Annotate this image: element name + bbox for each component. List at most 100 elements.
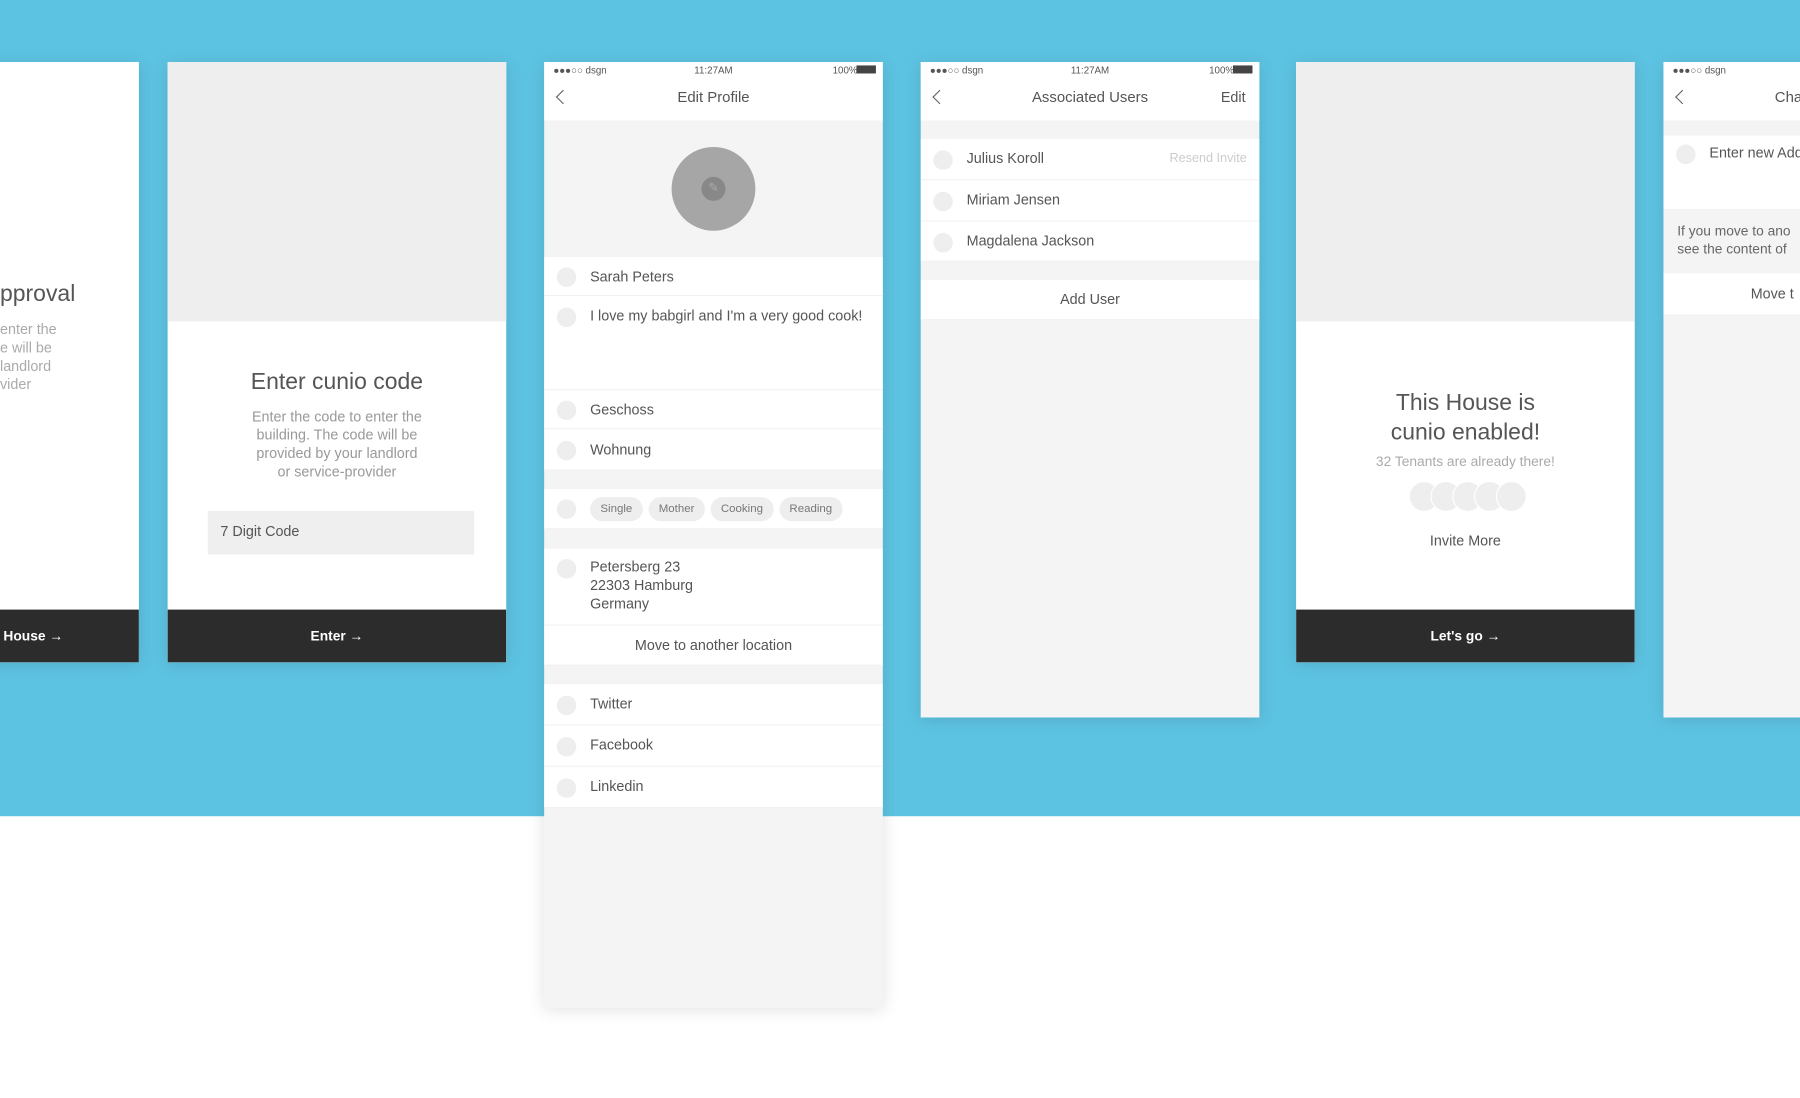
user-icon xyxy=(556,267,577,287)
page-title: Edit Profile xyxy=(677,88,750,106)
approval-body: enter the e will be landlord vider xyxy=(0,320,57,393)
invite-more-button[interactable]: Invite More xyxy=(1296,533,1635,549)
floor-field[interactable]: Geschoss xyxy=(544,390,883,430)
tag-icon xyxy=(556,499,577,519)
field-value: Wohnung xyxy=(590,441,652,459)
tag[interactable]: Reading xyxy=(779,497,843,522)
title-line: This House is xyxy=(1395,390,1535,416)
move-info: If you move to ano see the content of xyxy=(1677,222,1790,259)
enter-button[interactable]: Enter → xyxy=(167,609,507,663)
field-value: Linkedin xyxy=(590,778,644,795)
linkedin-icon xyxy=(556,778,577,798)
code-input[interactable]: 7 Digit Code xyxy=(207,510,475,555)
info-line: If you move to ano xyxy=(1677,222,1791,239)
input-placeholder: Enter new Add xyxy=(1709,144,1800,161)
apartment-field[interactable]: Wohnung xyxy=(544,429,883,471)
body-line: or service-provider xyxy=(277,463,397,480)
battery-level: 100% xyxy=(832,64,858,76)
field-value: Sarah Peters xyxy=(590,268,674,285)
tenant-avatars xyxy=(1408,481,1527,513)
status-bar: ●●●○○ dsgn xyxy=(1663,61,1800,79)
location-icon xyxy=(556,559,577,579)
tag[interactable]: Mother xyxy=(648,497,705,522)
info-line: see the content of xyxy=(1677,241,1787,258)
screen-house-enabled: This House is cunio enabled! 32 Tenants … xyxy=(1296,61,1635,663)
body-line: landlord xyxy=(0,358,52,375)
field-value: Facebook xyxy=(590,737,654,754)
new-address-input[interactable]: Enter new Add xyxy=(1663,135,1800,211)
body-line: e will be xyxy=(0,339,52,356)
image-placeholder xyxy=(167,61,507,322)
status-bar: ●●●○○ dsgn 11:27AM 100% xyxy=(544,61,883,79)
user-row[interactable]: Miriam Jensen xyxy=(920,180,1260,222)
battery-level: 100% xyxy=(1209,64,1235,76)
tags-row: Single Mother Cooking Reading xyxy=(544,489,883,530)
image-placeholder xyxy=(1296,61,1635,322)
page-title: This House is cunio enabled! xyxy=(1296,388,1635,448)
address-line: 22303 Hamburg xyxy=(590,577,693,594)
canvas: pproval enter the e will be landlord vid… xyxy=(0,0,1800,1098)
screen-change-address: ●●●○○ dsgn Cha Enter new Add If you move… xyxy=(1663,61,1800,718)
facebook-field[interactable]: Facebook xyxy=(544,725,883,767)
user-name: Magdalena Jackson xyxy=(966,233,1095,250)
bio-field[interactable]: I love my babgirl and I'm a very good co… xyxy=(544,296,883,391)
edit-button[interactable]: Edit xyxy=(1221,90,1246,106)
field-value: I love my babgirl and I'm a very good co… xyxy=(590,307,863,324)
title-line: cunio enabled! xyxy=(1390,420,1541,446)
approval-title: pproval xyxy=(0,281,76,307)
move-location-button[interactable]: Move to another location xyxy=(544,625,883,666)
body-line: vider xyxy=(0,376,32,393)
move-button[interactable]: Move t xyxy=(1663,273,1800,316)
avatar xyxy=(933,233,953,253)
tag[interactable]: Single xyxy=(590,497,643,522)
avatar xyxy=(1495,481,1527,513)
pencil-icon[interactable]: ✎ xyxy=(701,176,726,201)
body-line: provided by your landlord xyxy=(256,445,418,462)
back-icon[interactable] xyxy=(1675,89,1690,105)
twitter-icon xyxy=(556,695,577,716)
add-user-button[interactable]: Add User xyxy=(920,280,1260,321)
button-label: Enter → xyxy=(310,627,364,645)
battery-icon xyxy=(856,65,876,74)
address-line: Petersberg 23 xyxy=(590,559,681,576)
page-title: Cha xyxy=(1774,88,1800,106)
button-label: Move t xyxy=(1750,285,1794,302)
floor-icon xyxy=(556,400,577,421)
nav-bar: Associated Users Edit xyxy=(920,78,1260,121)
description: Enter the code to enter the building. Th… xyxy=(168,408,507,481)
body-line: enter the xyxy=(0,321,57,338)
lets-go-button[interactable]: Let's go → xyxy=(1296,609,1635,663)
button-label: Let's go → xyxy=(1430,627,1501,645)
battery-icon xyxy=(1232,65,1253,74)
page-title: Associated Users xyxy=(1031,88,1149,106)
nav-bar: Cha xyxy=(1663,78,1800,121)
avatar xyxy=(933,150,953,170)
user-row[interactable]: Julius Koroll Resend Invite xyxy=(920,138,1260,181)
tenant-count: 32 Tenants are already there! xyxy=(1375,453,1555,470)
resend-invite-button[interactable]: Resend Invite xyxy=(1170,152,1247,166)
button-label: House → xyxy=(3,627,64,645)
body-line: Enter the code to enter the xyxy=(251,408,422,425)
facebook-icon xyxy=(556,737,577,757)
tag[interactable]: Cooking xyxy=(710,497,774,522)
address-field[interactable]: Petersberg 23 22303 Hamburg Germany xyxy=(544,548,883,626)
location-icon xyxy=(1676,144,1696,165)
twitter-field[interactable]: Twitter xyxy=(544,684,883,726)
status-bar: ●●●○○ dsgn 11:27AM 100% xyxy=(920,61,1260,79)
join-house-button[interactable]: House → xyxy=(0,609,139,663)
screen-edit-profile: ●●●○○ dsgn 11:27AM 100% Edit Profile ✎ S… xyxy=(544,61,883,1008)
body-line: building. The code will be xyxy=(256,427,418,444)
avatar xyxy=(933,191,953,212)
avatar[interactable]: ✎ xyxy=(671,146,756,231)
user-name: Julius Koroll xyxy=(966,150,1044,167)
apartment-icon xyxy=(556,440,577,461)
user-row[interactable]: Magdalena Jackson xyxy=(920,221,1260,262)
field-value: Geschoss xyxy=(590,401,654,418)
name-field[interactable]: Sarah Peters xyxy=(544,257,883,297)
screen-associated-users: ●●●○○ dsgn 11:27AM 100% Associated Users… xyxy=(920,61,1260,718)
screen-enter-code: Enter cunio code Enter the code to enter… xyxy=(167,61,507,663)
nav-bar: Edit Profile xyxy=(544,78,883,121)
info-icon xyxy=(556,307,577,328)
user-name: Miriam Jensen xyxy=(966,191,1060,208)
linkedin-field[interactable]: Linkedin xyxy=(544,766,883,809)
